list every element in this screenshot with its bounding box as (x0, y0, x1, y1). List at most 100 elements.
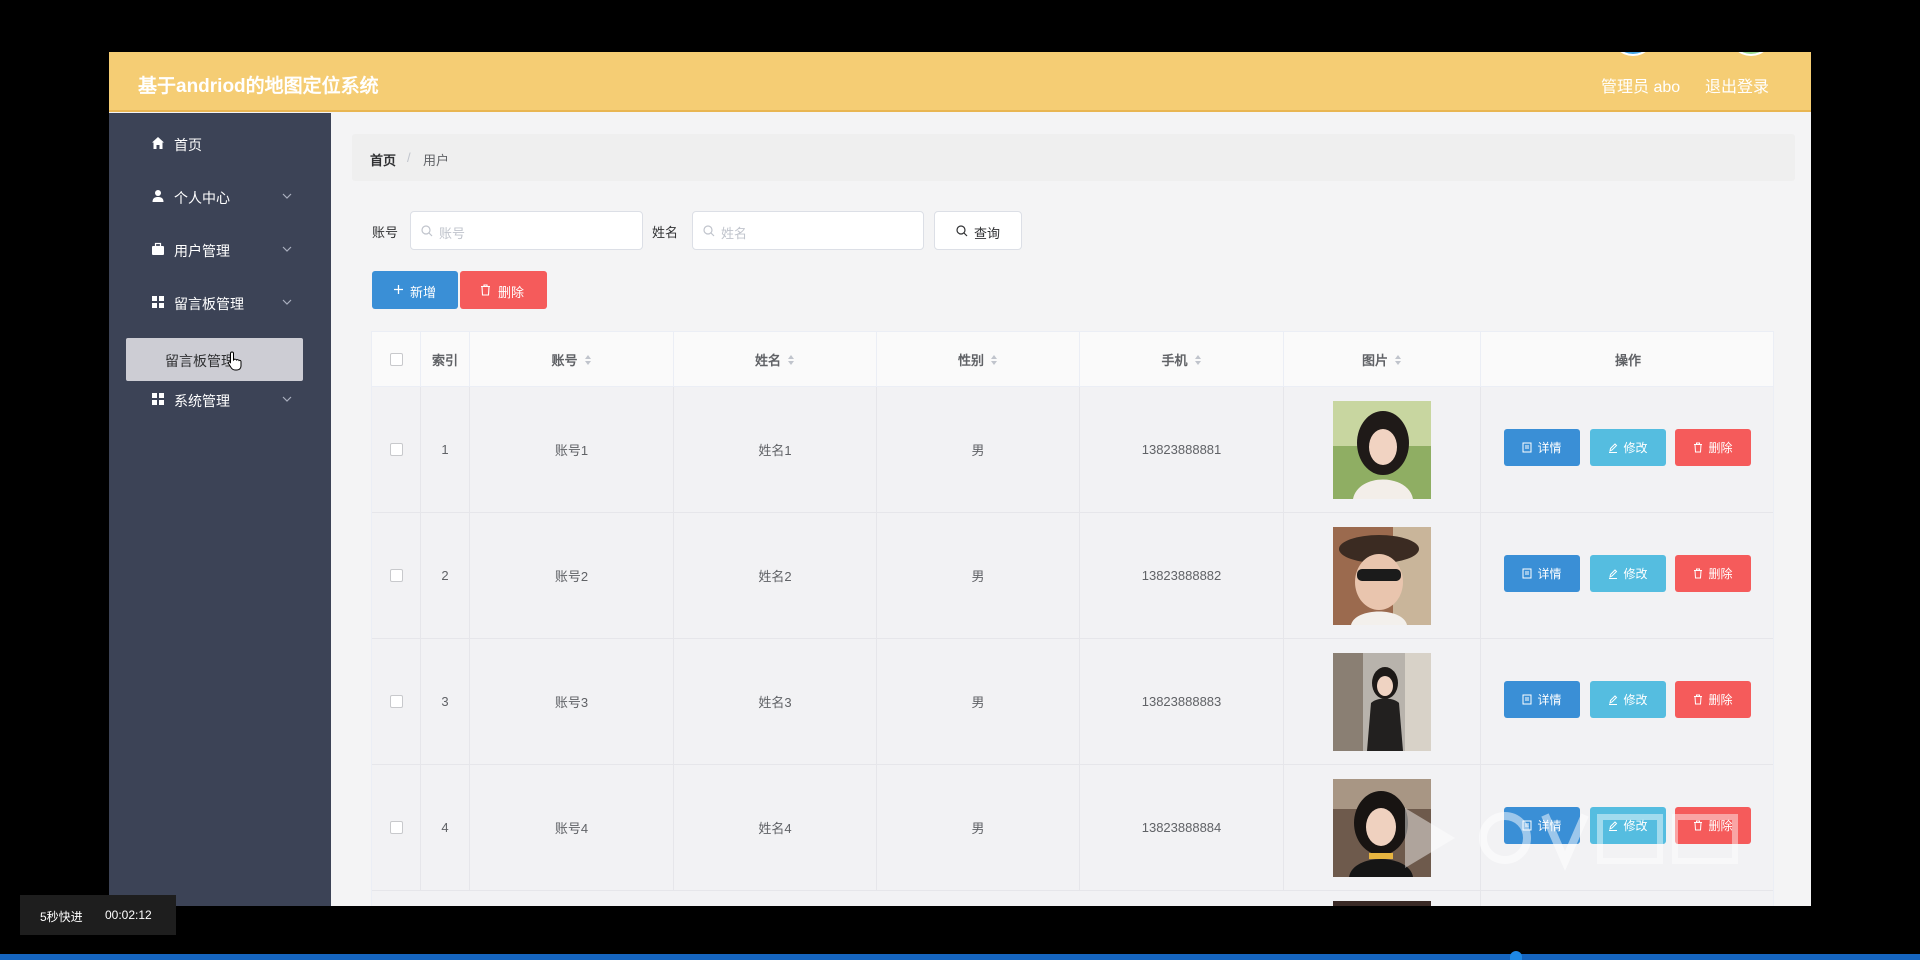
add-button-label: 新增 (410, 285, 437, 300)
select-all-checkbox[interactable] (389, 353, 403, 366)
cell-index: 4 (421, 765, 470, 890)
fast-forward-label[interactable]: 5秒快进 (40, 908, 83, 925)
hand-cursor-icon (227, 351, 242, 371)
edit-button[interactable]: 修改 (1590, 681, 1666, 718)
document-icon (1522, 442, 1532, 453)
cell-name: 姓名3 (674, 639, 877, 764)
column-header-account[interactable]: 账号 (470, 332, 674, 387)
column-header-name[interactable]: 姓名 (674, 332, 877, 387)
row-select-cell (372, 639, 421, 764)
chevron-down-icon (282, 246, 292, 252)
user-photo[interactable] (1333, 526, 1431, 625)
sidebar-item-label: 用户管理 (174, 243, 230, 259)
cell-image (1284, 513, 1481, 638)
table-header: 索引 账号 姓名 性别 手机 图片 操作 (372, 332, 1773, 387)
admin-avatar (1611, 52, 1655, 56)
cell-image (1284, 891, 1481, 906)
cell-account: 账号3 (470, 639, 674, 764)
cell-index: 2 (421, 513, 470, 638)
sidebar-item-user-management[interactable]: 用户管理 (109, 228, 331, 272)
sort-icon[interactable] (787, 354, 795, 366)
briefcase-icon (152, 242, 164, 255)
query-button-label: 查询 (974, 226, 1001, 241)
cell-gender: 男 (877, 387, 1080, 512)
cell-gender: 男 (877, 513, 1080, 638)
sort-icon[interactable] (584, 354, 592, 366)
row-checkbox[interactable] (389, 569, 403, 582)
grid-icon (152, 296, 164, 308)
edit-button[interactable]: 修改 (1590, 429, 1666, 466)
cell-phone: 13823888881 (1080, 387, 1284, 512)
edit-button[interactable]: 修改 (1590, 555, 1666, 592)
trash-icon (1694, 442, 1703, 453)
name-placeholder: 姓名 (721, 226, 748, 241)
delete-button[interactable]: 删除 (1675, 555, 1751, 592)
delete-button[interactable]: 删除 (1675, 429, 1751, 466)
trash-icon (1694, 568, 1703, 579)
row-checkbox[interactable] (389, 443, 403, 456)
cell-account: 账号2 (470, 513, 674, 638)
account-label: 账号 (372, 225, 399, 240)
sort-icon[interactable] (990, 354, 998, 366)
table-row-partial (372, 891, 1773, 906)
sidebar-item-system[interactable]: 系统管理 (109, 378, 331, 422)
detail-button[interactable]: 详情 (1504, 681, 1580, 718)
column-header-index: 索引 (421, 332, 470, 387)
table-row: 3 账号3 姓名3 男 13823888883 详情 修改 删除 (372, 639, 1773, 765)
column-header-gender[interactable]: 性别 (877, 332, 1080, 387)
cell-gender: 男 (877, 765, 1080, 890)
video-progress-handle[interactable] (1510, 951, 1522, 960)
sort-icon[interactable] (1394, 354, 1402, 366)
trash-icon (1694, 694, 1703, 705)
delete-button[interactable]: 删除 (1675, 681, 1751, 718)
search-icon (956, 225, 968, 237)
detail-button[interactable]: 详情 (1504, 555, 1580, 592)
document-icon (1522, 694, 1532, 705)
breadcrumb-home[interactable]: 首页 (370, 150, 396, 169)
user-photo-partial (1333, 901, 1431, 906)
app-window: 基于andriod的地图定位系统 管理员 abo 退出登录 首页 个人中心 用户… (109, 52, 1811, 906)
column-header-phone[interactable]: 手机 (1080, 332, 1284, 387)
sort-icon[interactable] (1194, 354, 1202, 366)
logout-link[interactable]: 退出登录 (1705, 73, 1769, 97)
chevron-down-icon (282, 396, 292, 402)
chevron-down-icon (282, 193, 292, 199)
sidebar-item-profile[interactable]: 个人中心 (109, 175, 331, 219)
video-progress-bar[interactable] (0, 954, 1920, 960)
column-header-image[interactable]: 图片 (1284, 332, 1481, 387)
batch-delete-label: 删除 (498, 285, 525, 300)
search-icon (421, 225, 433, 237)
add-button[interactable]: 新增 (372, 271, 458, 309)
sidebar-item-message-board[interactable]: 留言板管理 (109, 281, 331, 325)
sidebar-subitem-message-board[interactable]: 留言板管理 (126, 338, 303, 381)
row-checkbox[interactable] (389, 821, 403, 834)
batch-delete-button[interactable]: 删除 (460, 271, 547, 309)
sidebar-item-label: 留言板管理 (174, 296, 244, 312)
cell-actions: 详情 修改 删除 (1481, 387, 1773, 512)
cell-account: 账号1 (470, 387, 674, 512)
account-search-input[interactable]: 账号 (410, 211, 643, 250)
cell-image (1284, 387, 1481, 512)
detail-button[interactable]: 详情 (1504, 429, 1580, 466)
row-select-cell (372, 765, 421, 890)
breadcrumb-current: 用户 (423, 153, 450, 168)
row-checkbox[interactable] (389, 695, 403, 708)
name-search-input[interactable]: 姓名 (692, 211, 924, 250)
player-status: 5秒快进 00:02:12 (20, 895, 176, 935)
pencil-icon (1609, 443, 1618, 453)
sidebar-item-home[interactable]: 首页 (109, 122, 331, 166)
cell-gender: 男 (877, 639, 1080, 764)
pencil-icon (1609, 695, 1618, 705)
query-button[interactable]: 查询 (934, 211, 1022, 250)
user-photo[interactable] (1333, 652, 1431, 751)
cell-name: 姓名4 (674, 765, 877, 890)
user-photo[interactable] (1333, 400, 1431, 499)
grid-icon (152, 393, 164, 405)
row-select-cell (372, 387, 421, 512)
sidebar-subitem-label: 留言板管理 (165, 353, 235, 369)
chevron-down-icon (282, 299, 292, 305)
playback-time: 00:02:12 (105, 908, 152, 922)
cell-account: 账号4 (470, 765, 674, 890)
cell-name: 姓名2 (674, 513, 877, 638)
cell-phone: 13823888883 (1080, 639, 1284, 764)
